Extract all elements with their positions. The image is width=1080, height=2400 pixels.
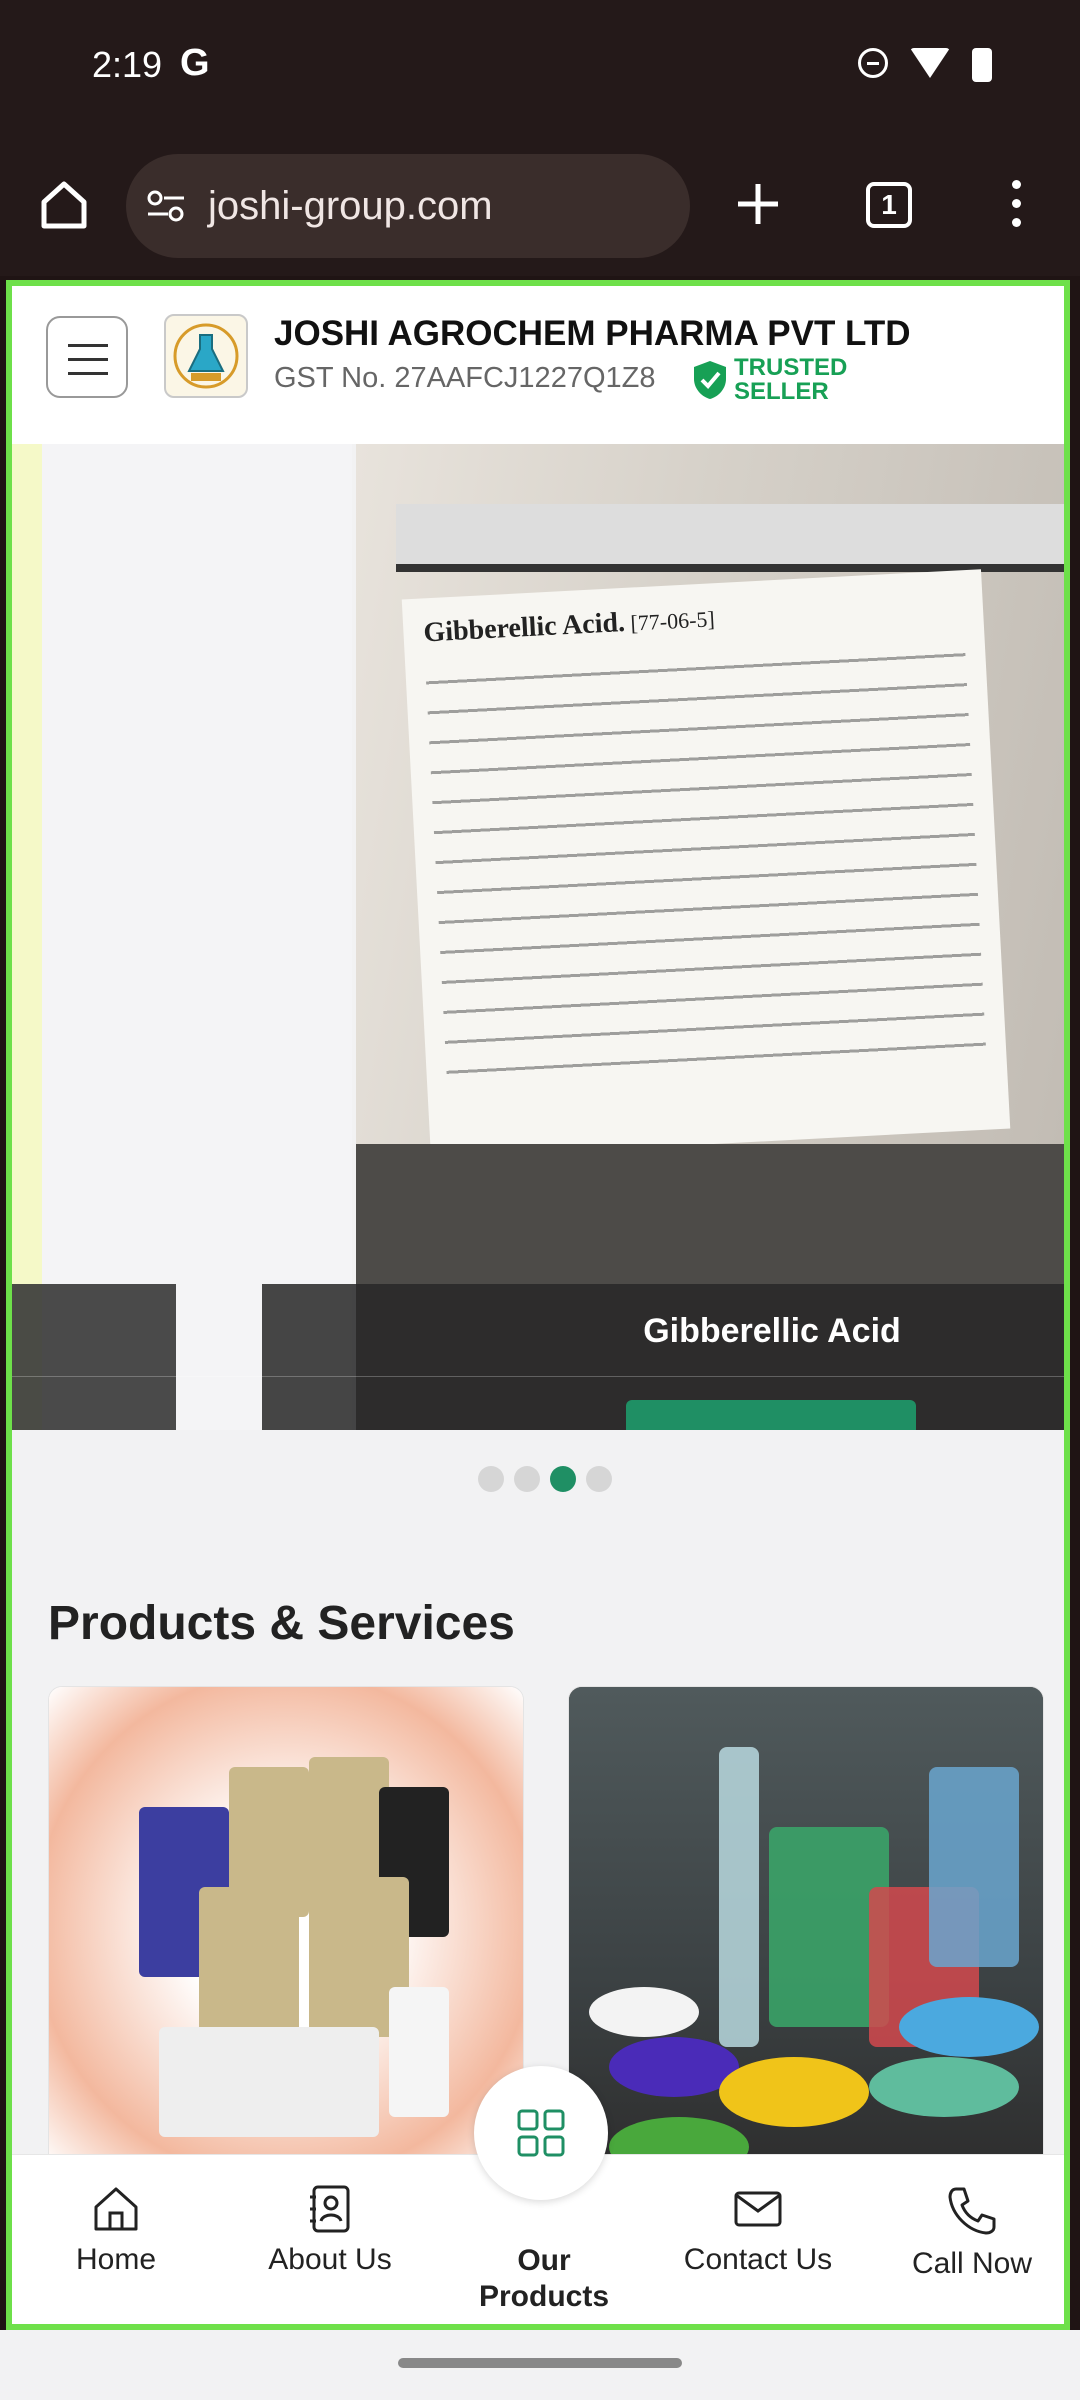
home-icon[interactable] xyxy=(36,176,92,232)
status-time: 2:19 xyxy=(92,44,163,85)
slider-dot[interactable] xyxy=(514,1466,540,1492)
nav-our-products[interactable]: Our Products xyxy=(444,2243,644,2315)
previous-slide-edge xyxy=(12,444,42,1430)
web-page: JOSHI AGROCHEM PHARMA PVT LTD GST No. 27… xyxy=(6,280,1070,2330)
product-label-image: Gibberellic Acid. [77-06-5] xyxy=(401,569,1011,1159)
product-slider[interactable]: Gibberellic Acid. [77-06-5] Gibberellic … xyxy=(12,444,1064,1430)
phone-icon xyxy=(948,2187,996,2235)
label-text-lines xyxy=(425,635,987,1083)
browser-toolbar: joshi-group.com 1 xyxy=(0,140,1080,276)
home-icon xyxy=(94,2187,138,2231)
slider-dot[interactable] xyxy=(478,1466,504,1492)
nav-call-label: Call Now xyxy=(911,2247,1033,2280)
do-not-disturb-icon xyxy=(858,48,888,78)
products-fab-button[interactable] xyxy=(474,2066,608,2200)
nav-home[interactable]: Home xyxy=(16,2183,216,2277)
new-tab-plus-icon[interactable] xyxy=(730,176,786,232)
nav-contact-us[interactable]: Contact Us xyxy=(658,2183,858,2277)
google-icon: G xyxy=(180,42,210,84)
lab-glassware-image xyxy=(569,1687,1043,2167)
battery-icon xyxy=(972,48,992,82)
slide-background xyxy=(42,444,352,1430)
url-text: joshi-group.com xyxy=(208,184,493,228)
product-card[interactable] xyxy=(48,1686,524,2168)
caption-overlay-left xyxy=(12,1284,176,1430)
slide-title: Gibberellic Acid xyxy=(643,1312,901,1350)
tab-switcher-icon[interactable]: 1 xyxy=(866,182,912,228)
mail-icon xyxy=(734,2191,782,2227)
wifi-icon xyxy=(910,48,950,78)
section-title: Products & Services xyxy=(48,1597,515,1650)
company-name: JOSHI AGROCHEM PHARMA PVT LTD xyxy=(274,314,911,353)
site-header: JOSHI AGROCHEM PHARMA PVT LTD GST No. 27… xyxy=(12,286,1064,445)
nav-about-us[interactable]: About Us xyxy=(230,2183,430,2277)
nav-call-now[interactable]: Call Now xyxy=(872,2183,1064,2281)
slider-dot[interactable] xyxy=(586,1466,612,1492)
contacts-book-icon xyxy=(310,2185,350,2233)
nav-products-label-line2: Products xyxy=(478,2280,610,2313)
status-bar: 2:19 G xyxy=(0,0,1080,140)
address-bar[interactable]: joshi-group.com xyxy=(126,154,690,258)
shield-check-icon xyxy=(694,361,726,399)
nav-home-label: Home xyxy=(75,2243,157,2276)
hamburger-menu-button[interactable] xyxy=(46,316,128,398)
trusted-label: TRUSTED xyxy=(734,354,848,381)
gesture-handle[interactable] xyxy=(398,2358,682,2368)
status-icons xyxy=(858,48,992,82)
company-logo[interactable] xyxy=(164,314,248,398)
nav-contact-label: Contact Us xyxy=(683,2243,833,2276)
site-settings-icon[interactable] xyxy=(146,190,186,222)
caption-divider xyxy=(12,1376,1064,1377)
grid-icon xyxy=(517,2109,565,2157)
slider-dot-active[interactable] xyxy=(550,1466,576,1492)
trusted-seller-badge: TRUSTED SELLER xyxy=(692,356,847,404)
product-card[interactable] xyxy=(568,1686,1044,2168)
label-cas-number: [77-06-5] xyxy=(629,606,716,636)
nav-about-label: About Us xyxy=(268,2243,392,2276)
seller-label: SELLER xyxy=(734,378,829,405)
flask-logo-icon xyxy=(173,323,239,389)
get-quote-button[interactable]: Get a Price/Quote xyxy=(626,1400,916,1430)
gst-number: GST No. 27AAFCJ1227Q1Z8 xyxy=(274,362,656,394)
chemicals-containers-image xyxy=(49,1687,523,2167)
can-rim xyxy=(396,504,1064,572)
more-menu-icon[interactable] xyxy=(1006,180,1026,236)
nav-products-label-line1: Our xyxy=(517,2244,571,2277)
slider-dots xyxy=(478,1466,612,1492)
slide-product-image[interactable]: Gibberellic Acid. [77-06-5] xyxy=(356,444,1064,1430)
label-heading: Gibberellic Acid. xyxy=(422,606,626,649)
